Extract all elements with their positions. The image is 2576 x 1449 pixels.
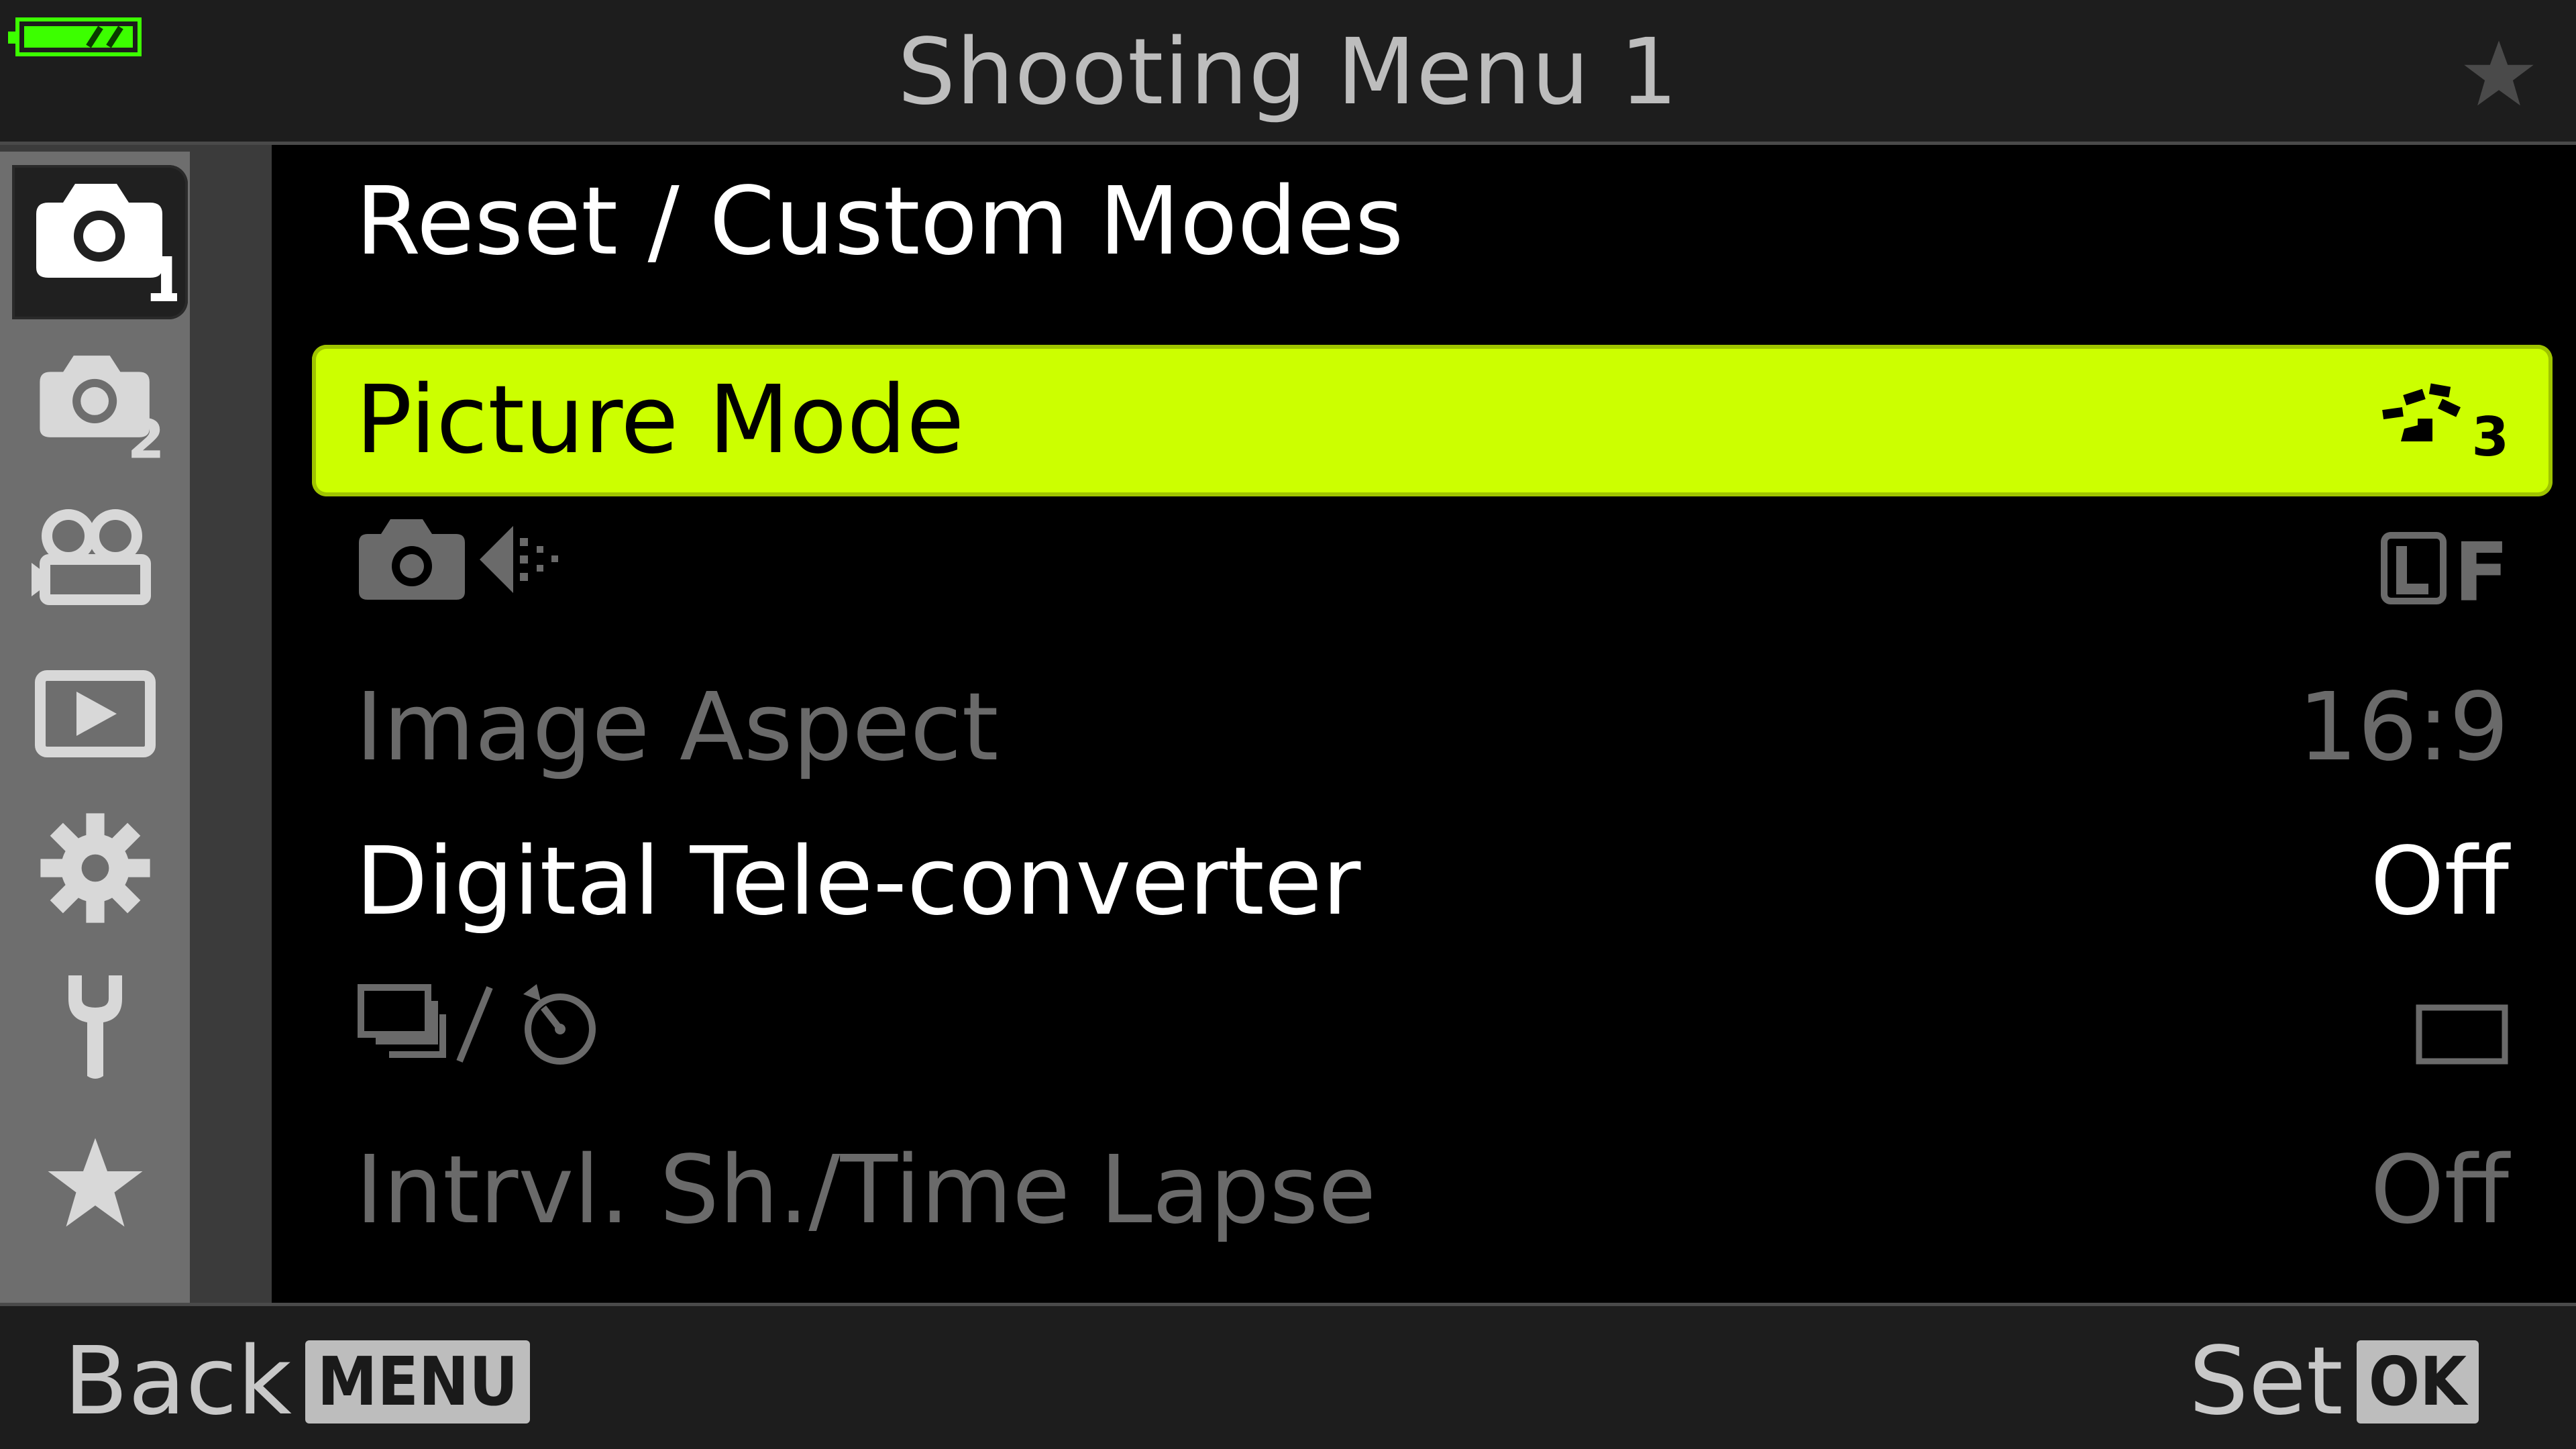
tab-shooting-menu-2[interactable]: 2 [0, 329, 190, 484]
menu-item-value: F [2380, 513, 2509, 634]
menu-header: Shooting Menu 1 [0, 0, 2576, 145]
movie-camera-icon [31, 509, 159, 612]
camera-1-icon: 1 [23, 177, 186, 316]
menu-item-value: 3 [2377, 343, 2509, 498]
tab-strip: 1 2 [0, 152, 190, 1303]
drive-self-timer-icon [356, 976, 610, 1097]
back-label: Back [64, 1327, 292, 1436]
wrench-icon [55, 969, 136, 1085]
menu-footer: Back MENU Set OK [0, 1303, 2576, 1449]
menu-key-badge: MENU [305, 1340, 531, 1424]
menu-item-label: Reset / Custom Modes [356, 167, 1404, 276]
camera-quality-icon [356, 513, 597, 635]
menu-item-interval-time-lapse[interactable]: Intrvl. Sh./Time Lapse Off [312, 1114, 2553, 1268]
set-button[interactable]: Set OK [2189, 1332, 2479, 1432]
svg-text:2: 2 [127, 408, 162, 462]
menu-item-image-aspect[interactable]: Image Aspect 16:9 [312, 651, 2553, 805]
picture-mode-natural-icon [2377, 360, 2478, 481]
tab-custom-menu[interactable] [0, 792, 190, 947]
ok-key-badge: OK [2356, 1340, 2479, 1424]
page-title: Shooting Menu 1 [898, 19, 1678, 125]
menu-sidebar: 1 2 [0, 145, 272, 1303]
camera-2-icon: 2 [28, 348, 164, 470]
menu-item-digital-tele-converter[interactable]: Digital Tele-converter Off [312, 805, 2553, 959]
picture-mode-number: 3 [2471, 406, 2509, 468]
set-label: Set [2188, 1327, 2343, 1436]
tab-movie-menu[interactable] [0, 484, 190, 638]
image-size-large-icon [2380, 513, 2447, 634]
menu-item-value [2415, 976, 2509, 1097]
menu-item-value: Off [2370, 827, 2509, 936]
menu-list: Reset / Custom Modes Picture Mode 3 F Im… [312, 145, 2553, 1303]
tab-setup-menu[interactable] [0, 950, 190, 1104]
playback-icon [34, 670, 156, 760]
tab-playback-menu[interactable] [0, 638, 190, 792]
menu-item-picture-mode[interactable]: Picture Mode 3 [312, 345, 2553, 496]
tab-my-menu[interactable] [0, 1108, 190, 1262]
menu-item-label: Picture Mode [356, 366, 965, 475]
gear-icon [38, 811, 152, 928]
menu-item-reset-custom-modes[interactable]: Reset / Custom Modes [312, 145, 2553, 299]
menu-item-label: Intrvl. Sh./Time Lapse [356, 1136, 1377, 1245]
menu-item-label: Image Aspect [356, 673, 999, 782]
single-frame-icon [2415, 976, 2509, 1097]
svg-text:1: 1 [144, 244, 177, 305]
menu-item-value: Off [2370, 1136, 2509, 1245]
back-button[interactable]: Back MENU [64, 1327, 531, 1436]
quality-fine-label: F [2454, 527, 2509, 620]
star-icon [2462, 37, 2536, 113]
menu-item-label: Digital Tele-converter [356, 827, 1361, 936]
menu-item-drive-self-timer[interactable] [312, 959, 2553, 1114]
menu-item-value: 16:9 [2298, 673, 2509, 782]
menu-item-still-image-quality[interactable]: F [312, 496, 2553, 651]
star-icon [45, 1133, 146, 1236]
tab-shooting-menu-1[interactable]: 1 [12, 165, 188, 319]
